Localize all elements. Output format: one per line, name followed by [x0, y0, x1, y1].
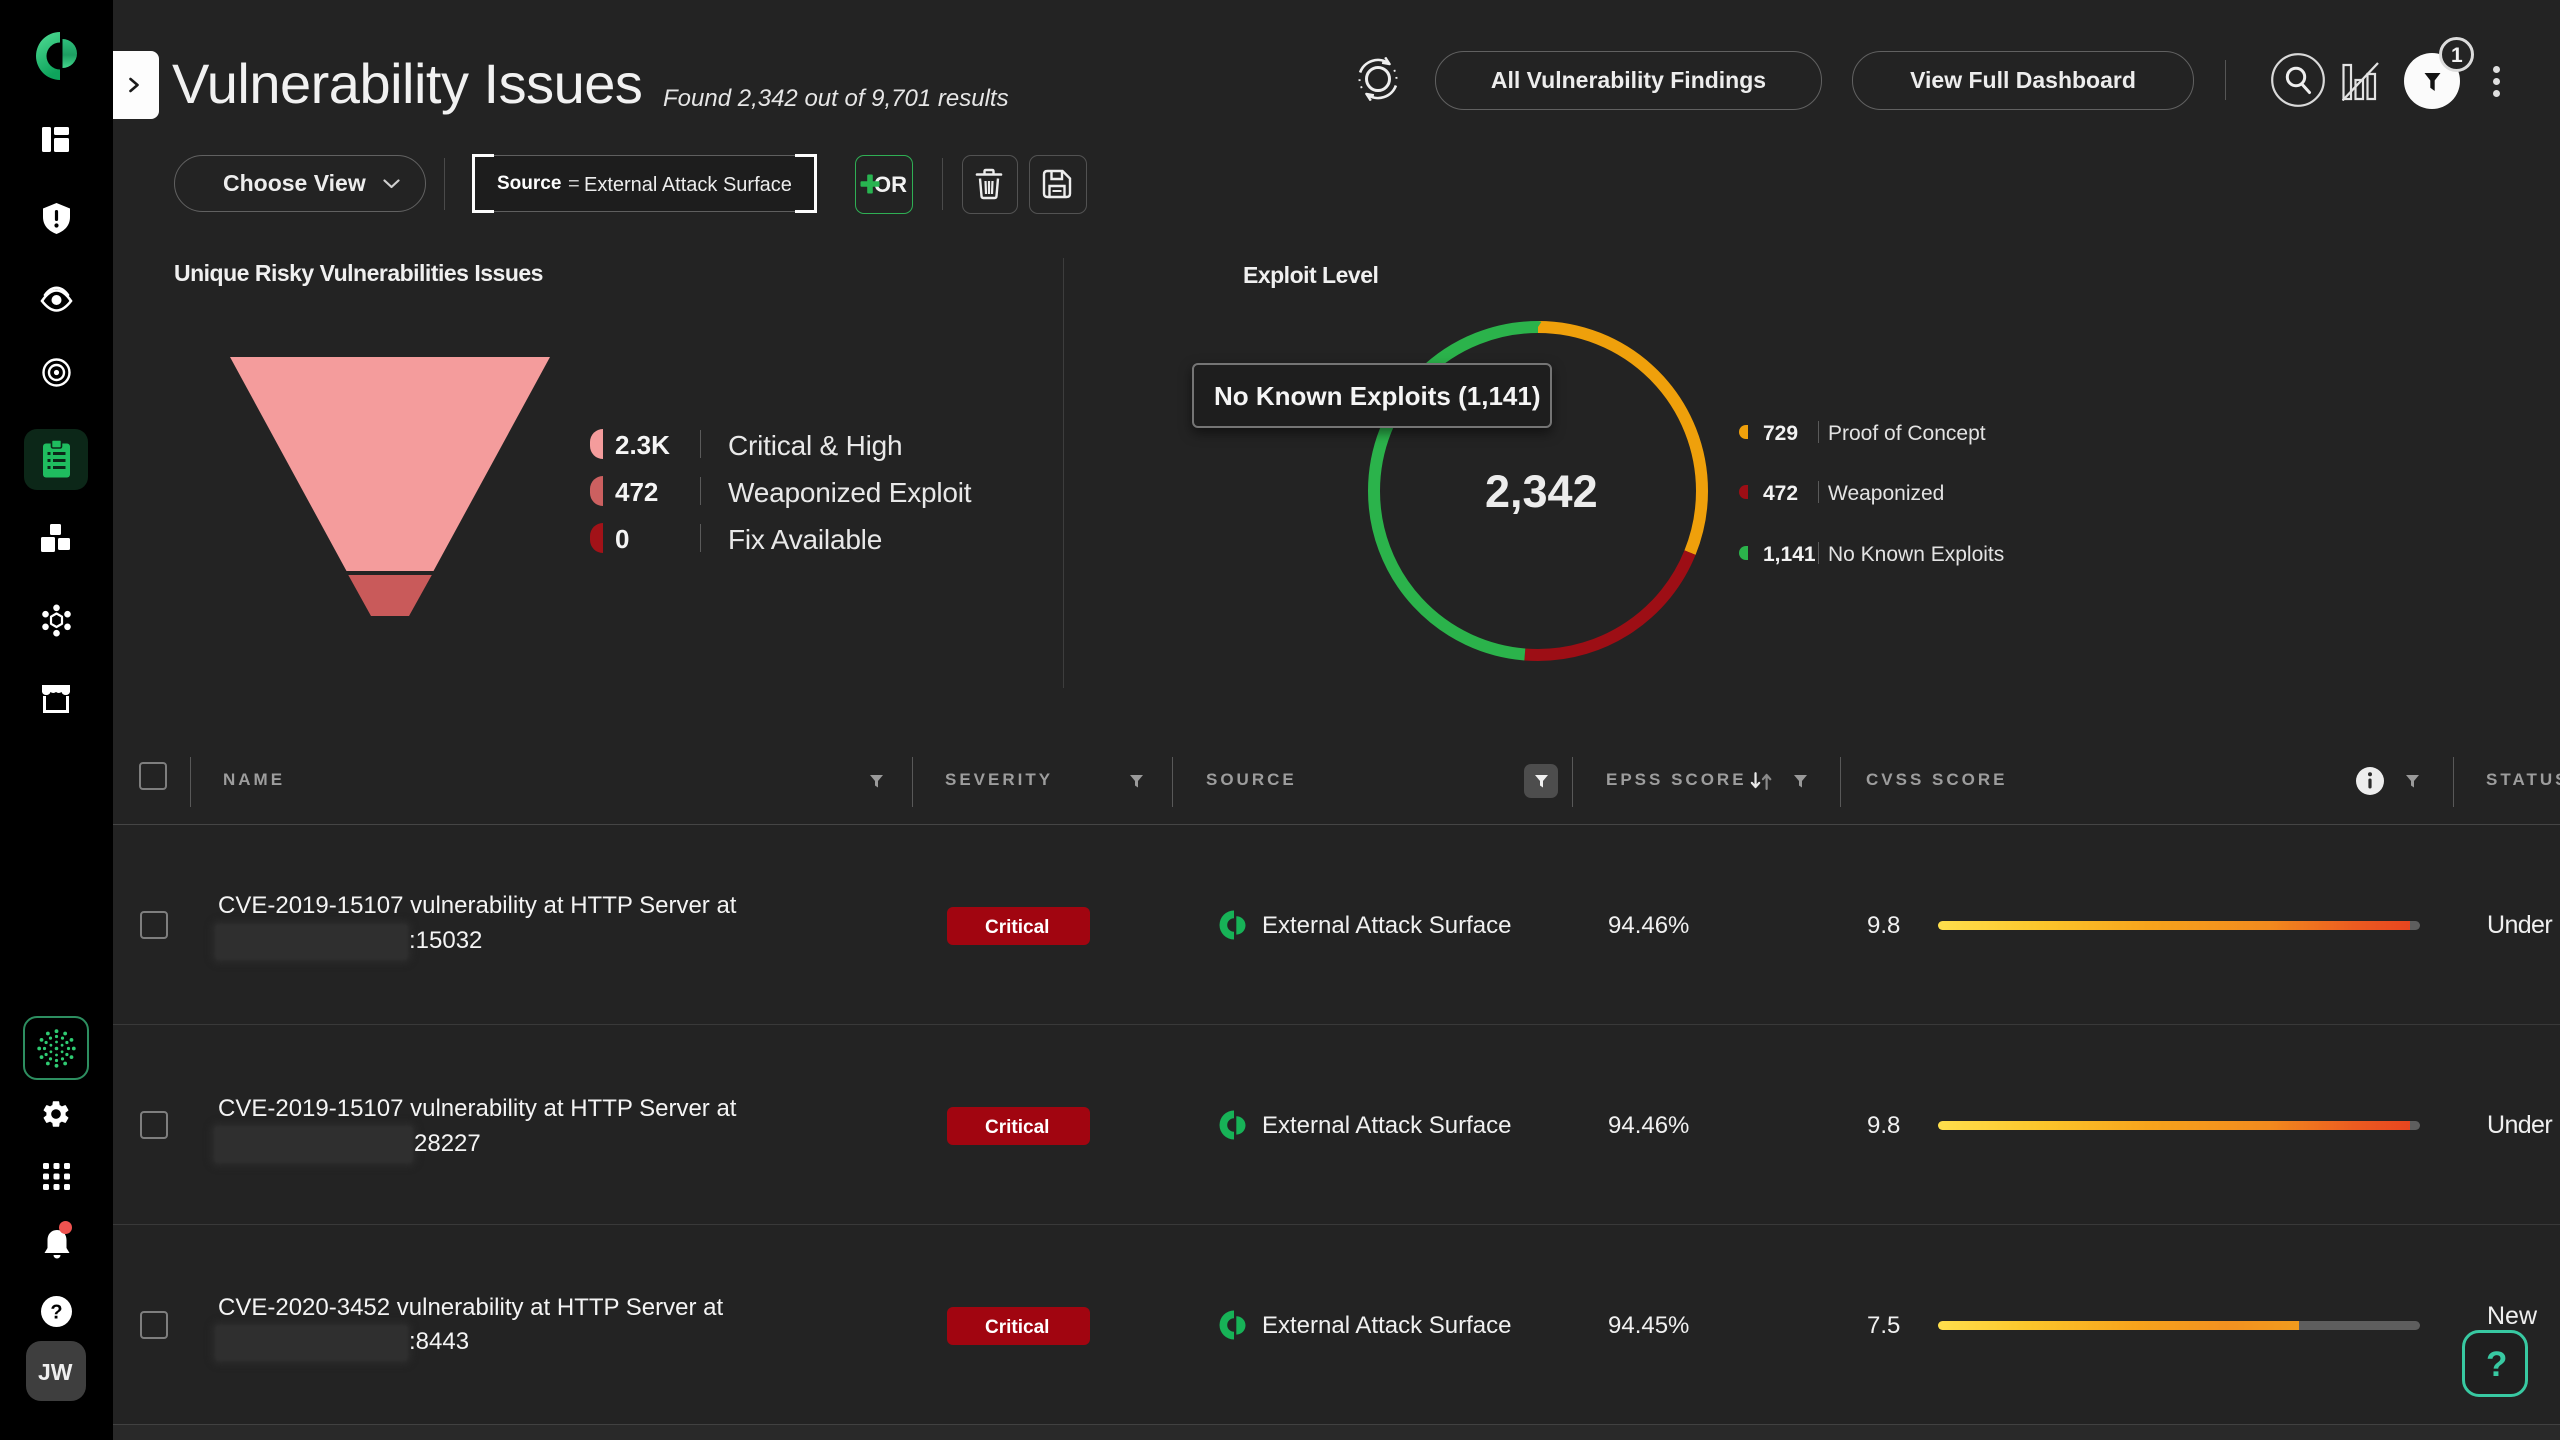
svg-text:?: ?	[50, 1302, 62, 1324]
